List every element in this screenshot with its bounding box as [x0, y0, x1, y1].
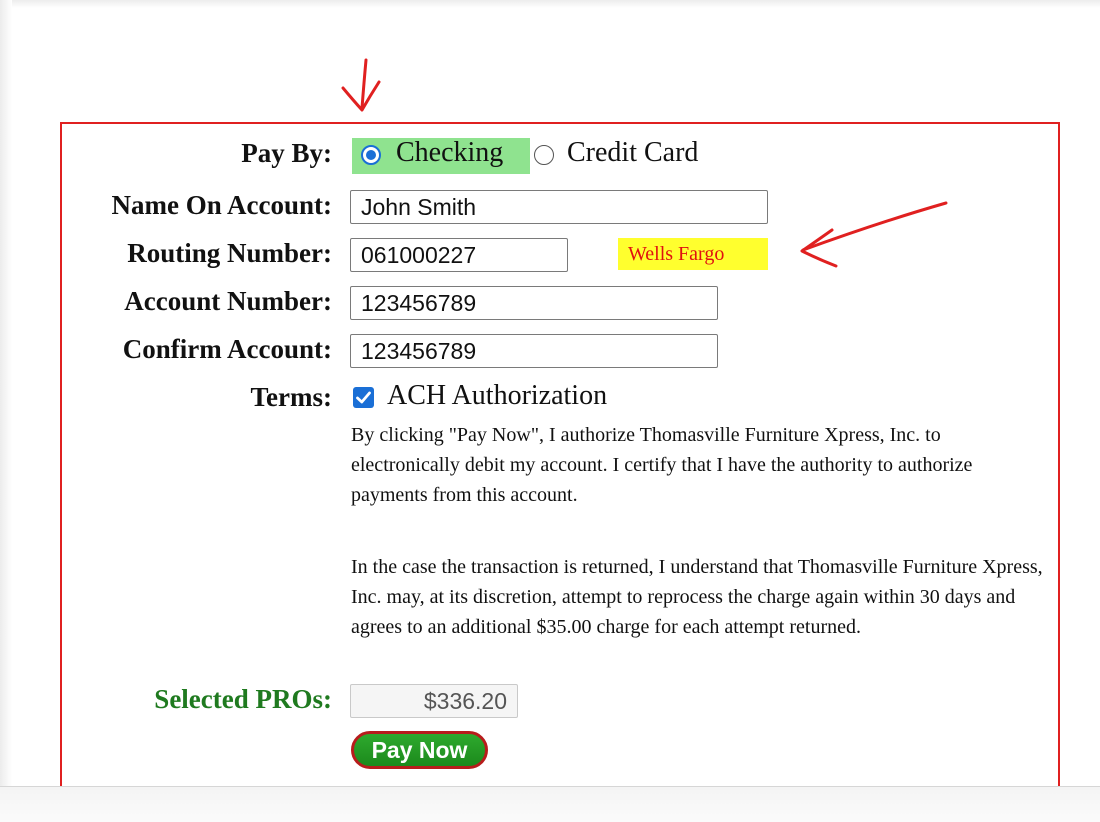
red-left-arrow-icon	[800, 201, 948, 268]
screenshot-canvas: Pay By: Checking Credit Card Name On Acc…	[0, 0, 1100, 822]
annotation-layer	[341, 58, 948, 268]
red-down-arrow-icon	[341, 58, 381, 112]
